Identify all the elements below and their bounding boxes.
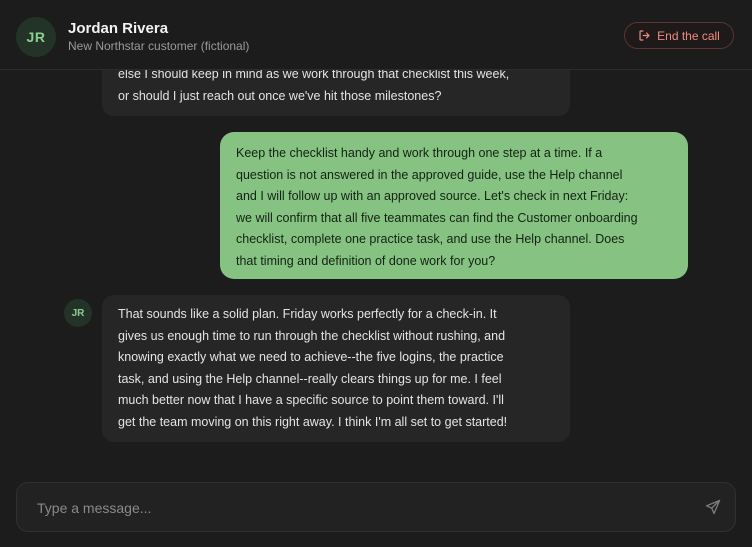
- customer-avatar: JR: [64, 299, 92, 327]
- message-composer: [16, 482, 736, 533]
- message-line: we will confirm that all five teammates …: [236, 210, 638, 225]
- end-call-label: End the call: [657, 28, 720, 43]
- message-line: checklist, complete one practice task, a…: [236, 232, 625, 246]
- message-line: knowing exactly what we need to achieve-…: [118, 350, 504, 364]
- contact-subtitle: New Northstar customer (fictional): [68, 39, 250, 53]
- message-customer: That sounds like a solid plan. Friday wo…: [102, 295, 570, 442]
- message-line: get the team moving on this right away. …: [118, 414, 508, 429]
- message-input[interactable]: [35, 483, 699, 533]
- chat-header: JR Jordan Rivera New Northstar customer …: [0, 0, 752, 70]
- message-list[interactable]: else I should keep in mind as we work th…: [0, 0, 752, 470]
- message-line: question is not answered in the approved…: [236, 167, 623, 182]
- message-line: much better now that I have a specific s…: [118, 393, 504, 407]
- contact-avatar: JR: [16, 17, 56, 57]
- message-line: That sounds like a solid plan. Friday wo…: [118, 307, 497, 321]
- message-line: task, and using the Help channel--really…: [118, 371, 502, 386]
- message-line: that timing and definition of done work …: [236, 253, 496, 268]
- message-line: and I will follow up with an approved so…: [236, 189, 629, 203]
- message-line: or should I just reach out once we've hi…: [118, 88, 442, 103]
- message-line: gives us enough time to run through the …: [118, 328, 506, 343]
- exit-icon: [639, 30, 650, 41]
- chat-window: else I should keep in mind as we work th…: [0, 0, 752, 547]
- message-agent: Keep the checklist handy and work throug…: [220, 132, 688, 279]
- message-line: Keep the checklist handy and work throug…: [236, 146, 603, 160]
- contact-name: Jordan Rivera: [68, 20, 169, 37]
- send-icon[interactable]: [705, 499, 721, 515]
- end-call-button[interactable]: End the call: [624, 22, 734, 49]
